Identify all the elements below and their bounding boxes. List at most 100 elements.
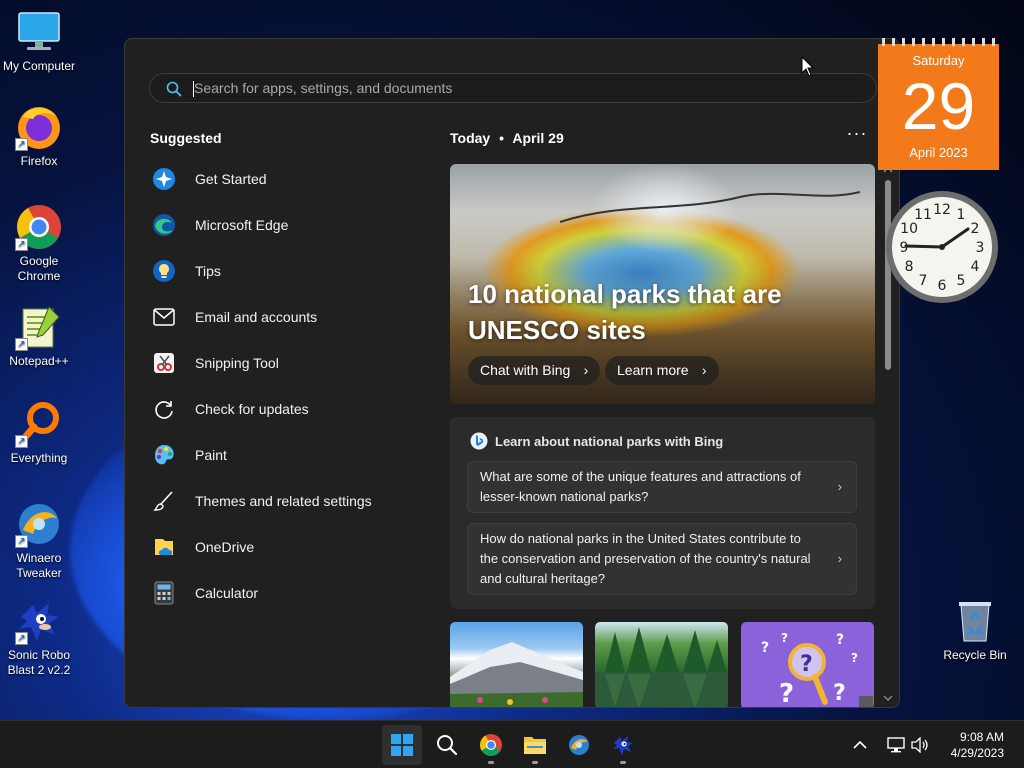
calendar-weekday: Saturday [912,53,965,68]
taskbar-winaero-button[interactable] [559,725,599,765]
taskbar-sonic-button[interactable] [603,725,643,765]
thumbnail-mountain[interactable] [450,622,583,707]
desktop-icon-google-chrome[interactable]: ↗ Google Chrome [1,203,77,284]
winaero-tweaker-icon [569,735,589,755]
suggested-app-onedrive[interactable]: OneDrive [151,527,411,567]
winaero-tweaker-icon: ↗ [15,500,63,548]
chevron-right-icon: › [701,362,707,378]
brush-icon [151,488,177,514]
notepad-plus-plus-icon: ↗ [15,303,63,351]
bing-card-header: Learn about national parks with Bing [470,432,723,450]
running-indicator [488,761,494,764]
suggested-app-snipping-tool[interactable]: Snipping Tool [151,343,411,383]
svg-text:?: ? [761,640,769,656]
suggested-app-check-updates[interactable]: Check for updates [151,389,411,429]
clock-numeral: 3 [976,240,985,256]
learn-more-button[interactable]: Learn more › [605,356,719,385]
suggested-app-themes-settings[interactable]: Themes and related settings [151,481,411,521]
clock-numeral: 10 [900,221,918,237]
app-label: Check for updates [195,401,309,417]
taskbar-search-button[interactable] [427,725,467,765]
desktop-icon-label: My Computer [2,59,76,73]
clock-numeral: 7 [919,273,928,289]
shortcut-arrow-icon: ↗ [15,338,28,351]
date-separator: • [499,130,504,146]
bing-question-2[interactable]: How do national parks in the United Stat… [467,523,857,595]
clock-numeral: 1 [957,207,966,223]
network-icon [887,737,905,753]
chevron-up-icon [853,740,867,749]
search-input[interactable] [194,74,834,102]
desktop-icon-recycle-bin[interactable]: Recycle Bin [937,597,1013,663]
suggested-app-calculator[interactable]: Calculator [151,573,411,613]
bing-card: Learn about national parks with Bing Wha… [450,417,875,609]
question-text: What are some of the unique features and… [480,469,801,504]
monitor-icon [15,8,63,56]
svg-text:?: ? [833,681,846,706]
running-indicator [532,761,538,764]
volume-icon [911,737,928,753]
desktop-icon-my-computer[interactable]: My Computer [1,8,77,74]
clock-numeral: 11 [914,207,932,223]
chat-with-bing-button[interactable]: Chat with Bing › [468,356,601,385]
app-label: Microsoft Edge [195,217,289,233]
thumbnail-quiz[interactable]: ??????? [741,622,874,708]
suggested-app-tips[interactable]: Tips [151,251,411,291]
suggested-title: Suggested [150,130,222,146]
start-button[interactable] [382,725,422,765]
mail-icon [151,304,177,330]
bing-question-1[interactable]: What are some of the unique features and… [467,461,857,513]
calendar-gadget[interactable]: Saturday 29 April 2023 [878,38,999,170]
desktop-icon-label: Everything [10,451,68,465]
app-label: Tips [195,263,221,279]
more-options-button[interactable]: ··· [845,124,869,147]
desktop-icon-winaero-tweaker[interactable]: ↗ Winaero Tweaker [1,500,77,581]
taskbar-chrome-button[interactable] [471,725,511,765]
boardwalk-path [560,191,860,223]
desktop-icon-label: Firefox [20,154,58,168]
date-label: April 29 [512,130,564,146]
thumbnail-forest-lake[interactable] [595,622,728,707]
svg-text:?: ? [800,652,813,677]
desktop-icon-firefox[interactable]: ↗ Firefox [1,103,77,169]
svg-text:?: ? [779,679,794,708]
clock-gadget[interactable]: 12 1 2 3 4 5 6 7 8 9 10 11 [884,186,1000,308]
desktop-icon-everything[interactable]: ↗ Everything [1,400,77,466]
forest-image [595,627,728,707]
windows-logo-icon [391,734,413,756]
suggested-app-microsoft-edge[interactable]: Microsoft Edge [151,205,411,245]
app-label: Snipping Tool [195,355,279,371]
hero-title: 10 national parks that are UNESCO sites [468,279,782,345]
show-hidden-icons-button[interactable] [848,725,872,765]
desktop-icon-sonic-robo-blast[interactable]: ↗ Sonic Robo Blast 2 v2.2 [1,597,77,678]
chat-with-bing-label: Chat with Bing [480,362,571,378]
desktop-icon-label: Winaero Tweaker [16,551,62,580]
question-text: How do national parks in the United Stat… [480,531,811,586]
search-box[interactable] [149,73,877,103]
calculator-icon [151,580,177,606]
today-label: Today [450,130,491,146]
clock-numeral: 4 [970,259,979,275]
suggested-app-get-started[interactable]: Get Started [151,159,411,199]
svg-text:?: ? [851,651,858,665]
desktop-icon-label: Google Chrome [17,254,61,283]
bing-icon [470,432,488,450]
app-label: Email and accounts [195,309,318,325]
clock-numeral: 8 [905,259,914,275]
running-indicator [620,761,626,764]
desktop-icon-notepad-plus-plus[interactable]: ↗ Notepad++ [1,303,77,369]
clock-date: 4/29/2023 [950,746,1004,760]
network-volume-tray[interactable] [884,725,932,765]
suggested-app-paint[interactable]: Paint [151,435,411,475]
clock-numeral: 6 [938,278,947,294]
chevron-right-icon: › [837,479,842,494]
app-label: Paint [195,447,227,463]
hero-card[interactable]: 10 national parks that are UNESCO sites … [450,164,875,404]
system-clock[interactable]: 9:08 AM 4/29/2023 [951,729,1004,761]
app-label: Themes and related settings [195,493,372,509]
learn-more-label: Learn more [617,362,689,378]
suggested-app-email-accounts[interactable]: Email and accounts [151,297,411,337]
mountain-image [450,642,583,707]
svg-text:?: ? [836,632,844,648]
taskbar-file-explorer-button[interactable] [515,725,555,765]
